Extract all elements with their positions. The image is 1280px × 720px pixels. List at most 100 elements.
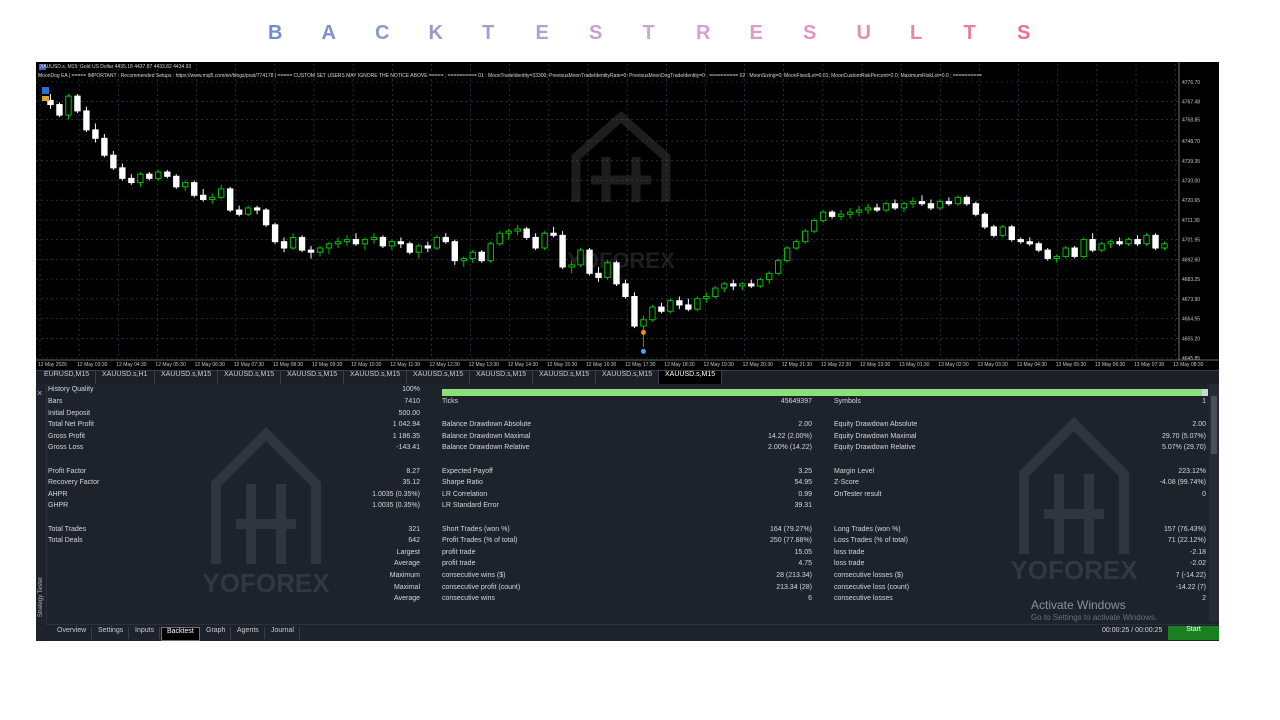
banner-letter: R: [696, 22, 711, 44]
buy-trade-marker: [640, 348, 646, 354]
results-row: Average profit trade 4.75 loss trade -2.02: [46, 560, 1209, 571]
bull-candle: [1107, 241, 1114, 245]
banner-letter: C: [375, 22, 390, 44]
bear-candle: [379, 236, 387, 247]
time-tick-label: 12 May 16:30: [586, 362, 617, 368]
symbol-tab[interactable]: XAUUSD.s,H1: [96, 371, 155, 384]
bull-candle: [604, 262, 611, 279]
bear-candle: [397, 241, 405, 245]
result-value: [1118, 502, 1206, 513]
symbol-tab[interactable]: XAUUSD.s,M15: [281, 371, 345, 384]
time-tick-label: 12 May 09:30: [312, 362, 343, 368]
bear-candle: [83, 110, 90, 131]
result-value: 45649397: [780, 398, 812, 405]
bull-candle: [460, 258, 467, 262]
result-value: 71 (22.12%): [1167, 537, 1206, 545]
symbol-tab[interactable]: XAUUSD.s,M15: [407, 371, 471, 384]
tab-overview[interactable]: Overview: [52, 627, 93, 639]
bear-candle: [595, 272, 602, 279]
time-tick-label: 12 May 03:30: [77, 362, 108, 368]
result-value: 642: [408, 537, 420, 545]
result-value: 213.34 (28): [776, 583, 812, 591]
result-label: Balance Drawdown Maximal: [442, 432, 531, 440]
symbol-tab[interactable]: XAUUSD.s,M15: [659, 371, 723, 384]
tab-journal[interactable]: Journal: [266, 627, 300, 639]
results-row: Profit Factor 8.27 Expected Payoff 3.25 Marg…: [46, 468, 1209, 479]
result-label: profit trade: [442, 560, 476, 568]
bull-candle: [810, 220, 818, 232]
results-scrollbar[interactable]: [1209, 384, 1219, 622]
bear-candle: [191, 182, 198, 196]
time-tick-label: 12 May 08:30: [273, 362, 304, 368]
price-tick-label: 4701.95: [1182, 238, 1200, 244]
results-row: Total Net Profit 1 042.94 Balance Drawdown…: [46, 421, 1209, 432]
time-tick-label: 13 May 07:30: [1134, 362, 1165, 368]
bull-candle: [819, 211, 827, 222]
result-value: 2.00: [798, 421, 812, 429]
time-tick-label: 13 May 08:30: [1173, 362, 1204, 368]
symbol-tab[interactable]: XAUUSD.s,M15: [218, 371, 282, 384]
close-icon[interactable]: ×: [37, 388, 42, 398]
history-quality-bar: [442, 389, 1202, 396]
bull-candle: [882, 203, 890, 211]
result-label: Average: [394, 560, 420, 568]
bull-candle: [325, 243, 333, 249]
result-label: profit trade: [442, 548, 476, 556]
bull-candle: [137, 173, 144, 184]
symbol-tab[interactable]: XAUUSD.s,M15: [344, 371, 408, 384]
bull-candle: [469, 251, 476, 260]
tab-settings[interactable]: Settings: [93, 627, 130, 639]
price-chart[interactable]: 4776.70 4767.48 4758.85 4748.70 4739.35 4730.…: [36, 62, 1219, 370]
symbol-tab[interactable]: XAUUSD.s,M15: [155, 371, 219, 384]
result-value: 7 (-14.22): [1175, 572, 1206, 579]
result-value: 2.00% (14.22): [768, 444, 812, 452]
symbol-tab[interactable]: XAUUSD.s,M15: [470, 371, 534, 384]
results-row: Bars 7410 Ticks 45649397 Symbols 1: [46, 398, 1209, 409]
bear-candle: [280, 241, 288, 249]
bear-candle: [164, 171, 171, 177]
bear-candle: [963, 196, 971, 205]
start-button[interactable]: Start: [1168, 626, 1219, 640]
result-label: LR Correlation: [442, 490, 488, 498]
bear-candle: [307, 249, 315, 253]
bull-candle: [370, 236, 378, 241]
scrollbar-thumb[interactable]: [1211, 396, 1217, 454]
symbol-tab[interactable]: EURUSD,M15: [38, 371, 97, 384]
tab-graph[interactable]: Graph: [201, 627, 232, 639]
bear-candle: [451, 241, 458, 262]
bear-candle: [873, 207, 881, 211]
time-tick-label: 13 May 03:30: [977, 362, 1008, 368]
time-tick-label: 12 May 18:30: [664, 362, 695, 368]
result-value: -4.08 (99.74%): [1159, 479, 1206, 487]
bear-candle: [128, 177, 135, 184]
bull-candle: [667, 300, 674, 312]
bear-candle: [523, 228, 530, 238]
bull-candle: [505, 230, 512, 234]
result-value: 164 (79.27%): [769, 525, 812, 533]
price-tick-label: 4758.85: [1182, 118, 1200, 124]
time-tick-label: 13 May 05:30: [1056, 362, 1087, 368]
bear-candle: [748, 283, 755, 287]
ea-smiley-icon: [42, 87, 49, 94]
bear-candle: [1071, 247, 1078, 257]
tab-agents[interactable]: Agents: [232, 627, 265, 639]
symbol-tab[interactable]: XAUUSD.s,M15: [596, 371, 660, 384]
bear-candle: [1008, 226, 1015, 241]
result-value: 15.05: [794, 548, 812, 556]
results-row: Maximum consecutive wins ($) 28 (213.34) co…: [46, 572, 1209, 583]
bull-candle: [909, 201, 917, 205]
tab-inputs[interactable]: Inputs: [130, 627, 161, 639]
bull-candle: [640, 319, 647, 327]
results-row: Initial Deposit 500.00: [46, 410, 1209, 421]
result-label: Gross Loss: [48, 444, 84, 452]
bull-candle: [1080, 239, 1087, 257]
bull-candle: [487, 243, 494, 262]
bull-candle: [837, 213, 845, 217]
bear-candle: [74, 95, 81, 112]
symbol-tab[interactable]: XAUUSD.s,M15: [533, 371, 597, 384]
bull-candle: [712, 287, 719, 298]
time-tick-label: 12 May 17:30: [625, 362, 656, 368]
bull-candle: [496, 232, 503, 245]
tab-backtest[interactable]: Backtest: [161, 627, 200, 641]
bull-candle: [855, 209, 863, 213]
